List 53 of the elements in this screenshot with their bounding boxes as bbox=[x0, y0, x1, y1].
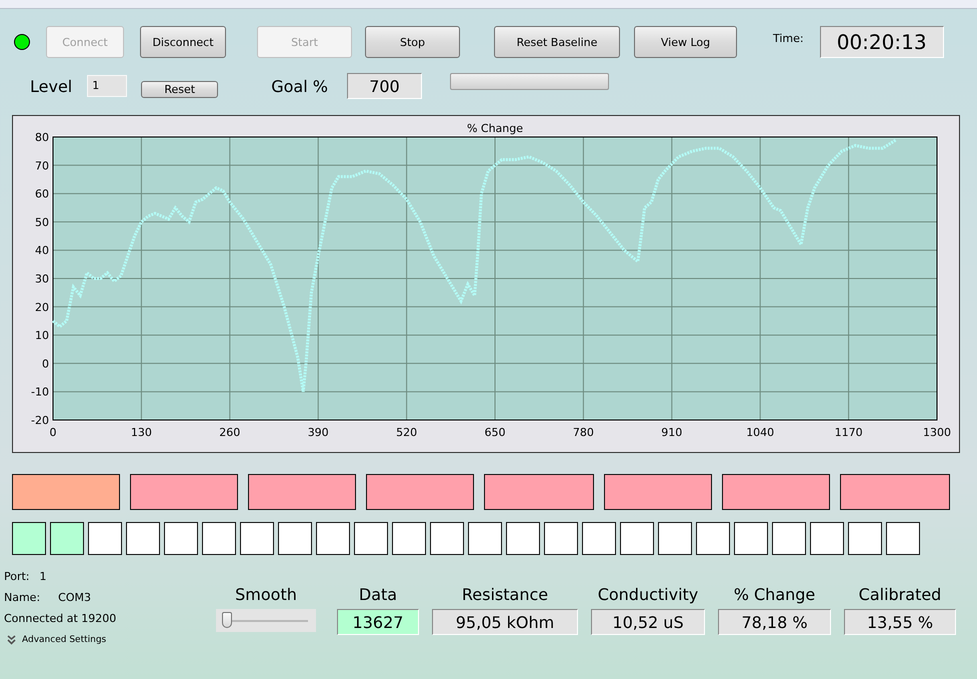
y-tick-label: -20 bbox=[31, 414, 49, 427]
readout-label: Data bbox=[358, 584, 398, 606]
y-tick-label: 0 bbox=[42, 357, 49, 370]
x-tick-label: 260 bbox=[219, 426, 240, 439]
readout-value: 13,55 % bbox=[844, 609, 956, 635]
time-label: Time: bbox=[773, 32, 804, 44]
port-label: Port: bbox=[4, 570, 30, 583]
y-tick-label: 20 bbox=[35, 300, 49, 314]
readout-value: 95,05 kOhm bbox=[432, 609, 578, 635]
readout-label: Resistance bbox=[462, 584, 548, 606]
y-tick-label: 70 bbox=[35, 159, 49, 172]
x-tick-label: 520 bbox=[396, 426, 418, 439]
readout-value: 13627 bbox=[337, 609, 419, 635]
x-tick-label: 1300 bbox=[923, 426, 951, 439]
name-label: Name: bbox=[4, 591, 40, 604]
x-tick-label: 1170 bbox=[834, 426, 863, 439]
x-tick-label: 780 bbox=[572, 426, 594, 439]
y-tick-label: 50 bbox=[35, 216, 49, 229]
reset-button[interactable]: Reset bbox=[141, 80, 218, 98]
level-field[interactable]: 1 bbox=[87, 75, 128, 97]
toolbar-button[interactable]: View Log bbox=[634, 26, 737, 58]
toolbar-button[interactable]: Disconnect bbox=[140, 26, 226, 58]
y-tick-label: 30 bbox=[35, 272, 49, 286]
toolbar-button[interactable]: Reset Baseline bbox=[494, 26, 620, 58]
y-tick-label: 80 bbox=[35, 131, 49, 144]
smooth-label: Smooth bbox=[235, 584, 297, 606]
readout-label: Conductivity bbox=[598, 584, 698, 606]
name-value: COM3 bbox=[58, 591, 91, 604]
x-tick-label: 130 bbox=[130, 426, 152, 439]
double-chevron-icon[interactable] bbox=[7, 634, 16, 644]
port-value: 1 bbox=[40, 570, 47, 583]
x-tick-label: 910 bbox=[661, 426, 682, 439]
y-tick-label: 40 bbox=[35, 244, 49, 258]
time-display: 00:20:13 bbox=[820, 26, 944, 58]
y-tick-label: 60 bbox=[35, 188, 49, 201]
smooth-slider[interactable] bbox=[216, 609, 316, 632]
goal-label: Goal % bbox=[271, 76, 328, 96]
readout-value: 78,18 % bbox=[718, 609, 831, 635]
readout-value: 10,52 uS bbox=[591, 609, 705, 635]
y-tick-label: 10 bbox=[35, 329, 49, 342]
x-tick-label: 650 bbox=[484, 426, 506, 439]
connection-status: Connected at 19200 bbox=[4, 612, 116, 625]
chart-title: % Change bbox=[466, 122, 524, 135]
goal-field[interactable]: 700 bbox=[346, 73, 422, 99]
y-tick-label: -10 bbox=[31, 386, 49, 399]
readout-label: % Change bbox=[734, 584, 816, 606]
x-tick-label: 1040 bbox=[746, 426, 774, 439]
advanced-settings-link[interactable]: Advanced Settings bbox=[22, 634, 106, 644]
toolbar-button[interactable]: Stop bbox=[365, 26, 460, 58]
readout-label: Calibrated bbox=[858, 584, 942, 606]
level-label: Level bbox=[30, 76, 72, 96]
x-tick-label: 390 bbox=[308, 426, 329, 439]
x-tick-label: 0 bbox=[50, 426, 56, 439]
